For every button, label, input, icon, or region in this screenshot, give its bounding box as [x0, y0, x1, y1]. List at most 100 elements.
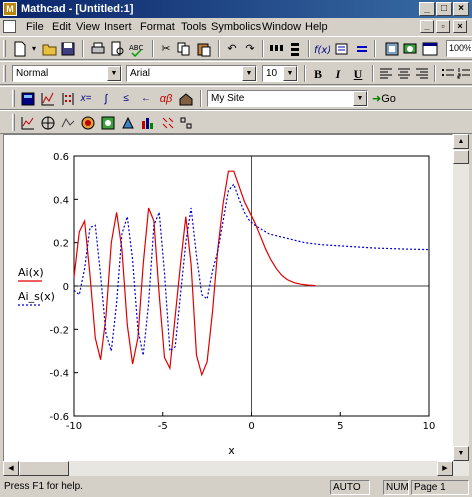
- align-across-icon[interactable]: [268, 41, 284, 57]
- font-value: Arial: [130, 68, 151, 79]
- x-tick-label: -5: [158, 421, 168, 432]
- boolean-icon[interactable]: ≤: [118, 91, 134, 107]
- maximize-button[interactable]: □: [436, 2, 452, 16]
- vertical-scroll-thumb[interactable]: [453, 150, 469, 164]
- menu-insert[interactable]: Insert: [104, 21, 132, 33]
- menu-window[interactable]: Window: [262, 21, 301, 33]
- chevron-down-icon[interactable]: ▼: [283, 66, 297, 81]
- window-icon[interactable]: [422, 41, 438, 57]
- y-tick-label: -0.4: [49, 369, 69, 380]
- doc-minimize-button[interactable]: _: [420, 20, 434, 33]
- y-tick-label: 0.6: [53, 152, 69, 163]
- greek-icon[interactable]: αβ: [158, 91, 174, 107]
- menu-format[interactable]: Format: [140, 21, 175, 33]
- evaluation-icon[interactable]: x=: [78, 91, 94, 107]
- cut-icon[interactable]: ✂: [158, 41, 174, 57]
- spell-check-icon[interactable]: ABC: [128, 41, 144, 58]
- menu-symbolics[interactable]: Symbolics: [211, 21, 261, 33]
- close-button[interactable]: ×: [453, 2, 469, 16]
- insert-function-icon[interactable]: f(x): [314, 41, 331, 57]
- xy-plot-icon[interactable]: [20, 115, 36, 131]
- contour-plot-icon[interactable]: [80, 115, 96, 131]
- math-toolbar: x= ∫ ≤ ← αβ My Site ▼ ➜Go: [0, 86, 472, 110]
- resource-center-icon[interactable]: [402, 41, 418, 57]
- chevron-down-icon[interactable]: ▼: [242, 66, 256, 81]
- status-auto[interactable]: AUTO: [330, 480, 370, 495]
- font-combo[interactable]: Arial ▼: [126, 65, 257, 82]
- menu-bar: File Edit View Insert Format Tools Symbo…: [0, 18, 472, 36]
- scroll-up-icon[interactable]: ▲: [453, 134, 469, 149]
- calculate-icon[interactable]: [354, 41, 370, 57]
- align-down-icon[interactable]: [288, 41, 304, 57]
- menu-view[interactable]: View: [76, 21, 100, 33]
- align-center-icon[interactable]: [396, 66, 412, 82]
- surface-plot-icon[interactable]: [60, 115, 76, 131]
- mathcad-icon[interactable]: M: [3, 2, 17, 16]
- toolbar-separator: [82, 40, 84, 57]
- scroll-right-icon[interactable]: ▶: [437, 461, 453, 476]
- calculus-icon[interactable]: ∫: [98, 91, 114, 107]
- align-right-icon[interactable]: [414, 66, 430, 82]
- xy-plot[interactable]: -0.6-0.4-0.200.20.40.6-10 -5 0 5 10xAi(x)Ai_…: [4, 135, 453, 462]
- bold-button[interactable]: B: [310, 66, 326, 82]
- patch-plot-icon[interactable]: [178, 115, 194, 131]
- 3d-plot-icon[interactable]: [120, 115, 136, 131]
- align-left-icon[interactable]: [378, 66, 394, 82]
- toolbar-separator: [218, 40, 220, 57]
- menu-edit[interactable]: Edit: [52, 21, 71, 33]
- vertical-scrollbar[interactable]: ▲ ▼: [453, 134, 469, 476]
- undo-icon[interactable]: ↶: [224, 41, 240, 57]
- underline-button[interactable]: U: [350, 66, 366, 82]
- zoom-combo[interactable]: 100%: [446, 40, 472, 57]
- scroll-left-icon[interactable]: ◀: [3, 461, 19, 476]
- matrix-icon[interactable]: [60, 91, 76, 107]
- scroll-down-icon[interactable]: ▼: [453, 446, 469, 461]
- insert-unit-icon[interactable]: [334, 41, 350, 57]
- print-icon[interactable]: [90, 41, 106, 57]
- document-icon[interactable]: [3, 20, 16, 33]
- style-combo[interactable]: Normal ▼: [12, 65, 122, 82]
- print-preview-icon[interactable]: [110, 41, 126, 57]
- programming-icon[interactable]: ←: [138, 91, 154, 107]
- doc-restore-button[interactable]: ▫: [436, 20, 450, 33]
- go-label: Go: [381, 93, 396, 105]
- graph-icon[interactable]: [40, 91, 56, 107]
- insert-component-icon[interactable]: [384, 41, 400, 57]
- menu-help[interactable]: Help: [305, 21, 328, 33]
- bar-plot-icon[interactable]: [140, 115, 156, 131]
- svg-text:f(x): f(x): [314, 45, 330, 56]
- new-dropdown-icon[interactable]: ▾: [26, 41, 42, 57]
- copy-icon[interactable]: [176, 41, 192, 57]
- numbering-icon[interactable]: [456, 66, 472, 82]
- chevron-down-icon[interactable]: ▼: [107, 66, 121, 81]
- toolbar-grip[interactable]: [3, 65, 6, 82]
- open-icon[interactable]: [42, 41, 58, 57]
- go-button[interactable]: ➜Go: [372, 91, 402, 107]
- toolbar-grip[interactable]: [3, 40, 6, 57]
- horizontal-scroll-thumb[interactable]: [19, 461, 69, 476]
- italic-button[interactable]: I: [330, 66, 346, 82]
- toolbar-grip[interactable]: [12, 90, 15, 107]
- formatting-toolbar: Normal ▼ Arial ▼ 10 ▼ B I U: [0, 61, 472, 85]
- resource-combo[interactable]: My Site ▼: [207, 90, 368, 107]
- go-arrow-icon: ➜: [372, 93, 382, 105]
- menu-tools[interactable]: Tools: [181, 21, 207, 33]
- toolbar-grip[interactable]: [12, 114, 15, 131]
- graph-toolbar: [0, 110, 472, 134]
- horizontal-scrollbar[interactable]: ◀ ▶: [3, 461, 453, 476]
- font-size-combo[interactable]: 10 ▼: [262, 65, 298, 82]
- worksheet[interactable]: -0.6 -0.4 -0.2 0 0.2 0.4 0.6 -10 -5 0 5 10 x Ai(x) Ai_…: [3, 134, 453, 476]
- minimize-button[interactable]: _: [419, 2, 435, 16]
- save-icon[interactable]: [60, 41, 76, 57]
- polar-plot-icon[interactable]: [40, 115, 56, 131]
- vector-field-icon[interactable]: [160, 115, 176, 131]
- symbolic-icon[interactable]: [178, 91, 194, 107]
- redo-icon[interactable]: ↷: [242, 41, 258, 57]
- doc-close-button[interactable]: ×: [453, 20, 467, 33]
- scatter-plot-icon[interactable]: [100, 115, 116, 131]
- chevron-down-icon[interactable]: ▼: [353, 91, 367, 106]
- bullets-icon[interactable]: [440, 66, 456, 82]
- menu-file[interactable]: File: [26, 21, 44, 33]
- calculator-icon[interactable]: [20, 91, 36, 107]
- paste-icon[interactable]: [196, 41, 212, 57]
